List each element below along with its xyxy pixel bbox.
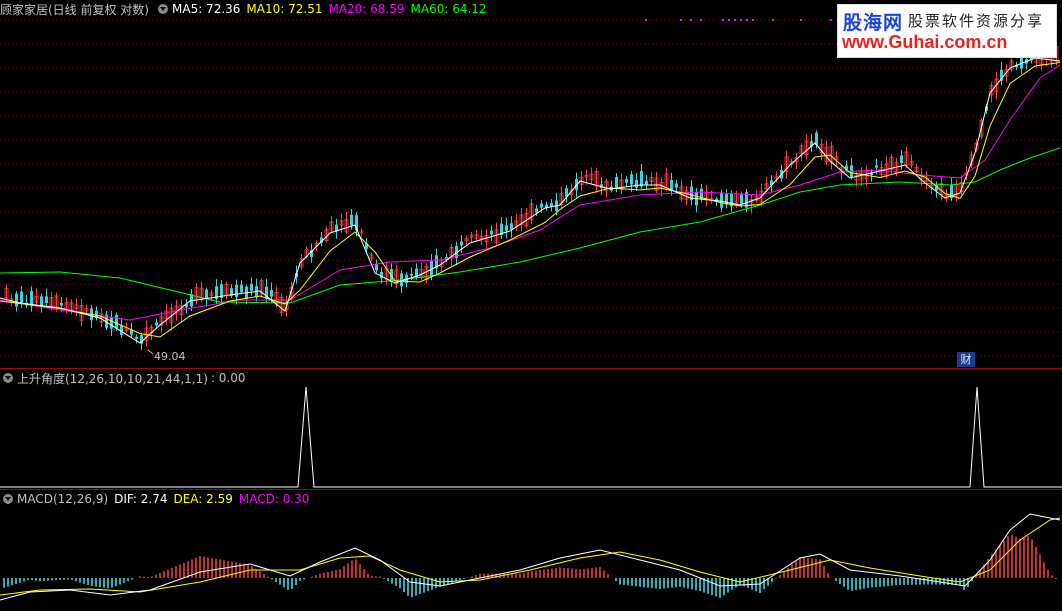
macd-pane[interactable]: MACD(12,26,9) DIF: 2.74 DEA: 2.59 MACD: … [0,490,1062,611]
angle-chart[interactable] [0,369,1062,489]
candle-body [490,230,493,235]
toggle-icon[interactable] [158,4,168,14]
dif-line [0,513,1061,601]
candle-body [625,179,628,183]
ma5-label: MA5: 72.36 [172,2,241,16]
angle-line [0,386,1062,488]
ma60-line [0,147,1061,304]
macd-label: MACD: 0.30 [238,492,310,506]
signal-dot [690,19,692,21]
candle-body [460,241,463,246]
ma60-label: MA60: 64.12 [410,2,487,16]
candle-body [550,203,553,207]
signal-dot [746,19,748,21]
signal-dot [752,19,754,21]
candle-body [740,193,743,205]
candle-body [45,296,48,304]
candle-body [875,165,878,168]
signal-dot [722,19,724,21]
candle-body [115,314,118,329]
watermark-logo: 股海网 股票软件资源分享 www.Guhai.com.cn [837,4,1057,58]
angle-header: 上升角度(12,26,10,10,21,44,1,1) : 0.00 [0,369,246,387]
signal-dot [772,19,774,21]
dif-label: DIF: 2.74 [114,492,168,506]
stock-title: 顾家家居(日线 前复权 对数) [0,2,149,17]
candle-body [540,203,543,208]
candle-body [205,289,208,299]
candle-body [155,322,158,326]
candle-body [250,283,253,291]
ma10-line [0,62,1061,338]
candle-body [900,155,903,164]
candle-body [615,176,618,188]
candle-body [20,291,23,303]
cai-marker[interactable]: 财 [957,352,975,367]
angle-title: 上升角度(12,26,10,10,21,44,1,1) [17,371,208,386]
angle-pane[interactable]: 上升角度(12,26,10,10,21,44,1,1) : 0.00 [0,369,1062,489]
candle-body [635,180,638,188]
angle-value: : 0.00 [210,371,246,385]
signal-dot [734,19,736,21]
candle-body [410,273,413,276]
ma20-label: MA20: 68.59 [328,2,405,16]
ma20-line [0,64,1061,321]
candle-body [240,284,243,293]
candle-body [335,224,338,231]
toggle-icon[interactable] [3,373,13,383]
candle-body [720,192,723,208]
candle-body [535,208,538,213]
watermark-tagline: 股票软件资源分享 [908,12,1045,30]
candle-body [120,325,123,335]
signal-dot [740,19,742,21]
signal-dot [728,19,730,21]
ma10-label: MA10: 72.51 [246,2,323,16]
candle-body [235,284,238,298]
signal-dot [800,19,802,21]
signal-dot [680,19,682,21]
candle-body [110,316,113,329]
watermark-url: www.Guhai.com.cn [842,32,1008,52]
low-price-pointer [147,349,154,355]
candle-body [670,179,673,191]
low-price-label: 49.04 [154,350,186,363]
macd-title: MACD(12,26,9) [17,492,109,506]
signal-dot [645,19,647,21]
candle-body [640,170,643,187]
candle-body [505,225,508,231]
candle-body [270,290,273,297]
kline-header: 顾家家居(日线 前复权 对数) MA5: 72.36 MA10: 72.51 M… [0,0,493,18]
dea-line [0,517,1061,596]
candle-body [675,183,678,188]
candle-body [15,293,18,307]
toggle-icon[interactable] [3,494,13,504]
macd-header: MACD(12,26,9) DIF: 2.74 DEA: 2.59 MACD: … [0,490,315,508]
watermark-brand: 股海网 [843,13,904,34]
candle-body [135,336,138,339]
dea-label: DEA: 2.59 [173,492,233,506]
candle-body [630,174,633,185]
candle-body [60,302,63,306]
signal-dot [830,19,832,21]
signal-dot [700,19,702,21]
ma5-line [0,57,1061,344]
macd-chart[interactable] [0,490,1062,611]
candle-body [350,214,353,226]
candle-body [645,180,648,185]
candle-body [40,296,43,306]
